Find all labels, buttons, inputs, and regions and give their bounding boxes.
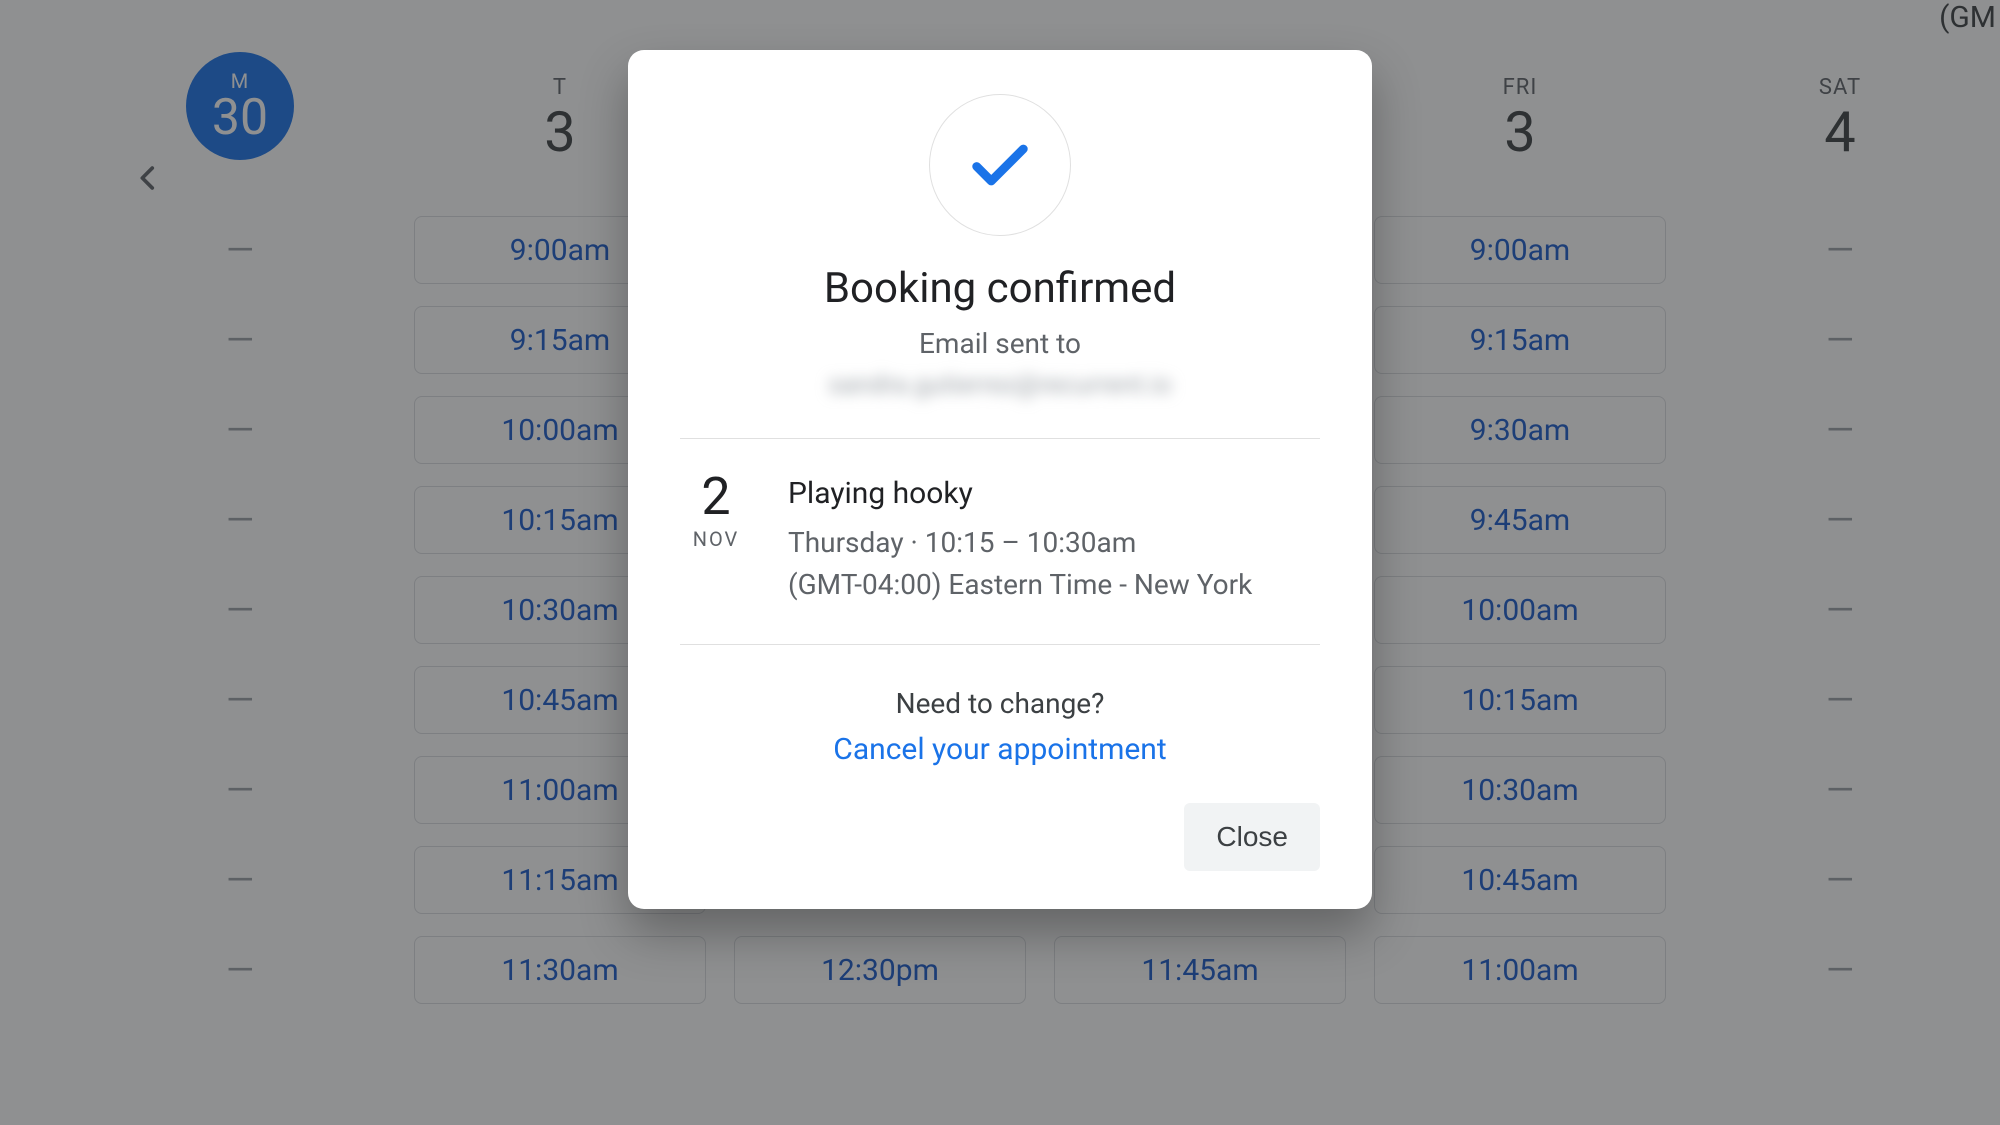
event-time: Thursday · 10:15 – 10:30am bbox=[788, 522, 1320, 564]
success-badge bbox=[929, 94, 1071, 236]
dialog-actions: Close bbox=[680, 803, 1320, 871]
email-sent-label: Email sent to bbox=[680, 327, 1320, 360]
event-date-badge: 2 NOV bbox=[680, 471, 752, 551]
event-timezone: (GMT-04:00) Eastern Time - New York bbox=[788, 564, 1320, 606]
divider bbox=[680, 644, 1320, 645]
divider bbox=[680, 438, 1320, 439]
email-value: sandra.gutierrez@recurrent.io bbox=[680, 370, 1320, 400]
dialog-title: Booking confirmed bbox=[680, 264, 1320, 313]
event-details: Playing hooky Thursday · 10:15 – 10:30am… bbox=[788, 471, 1320, 606]
event-month: NOV bbox=[680, 527, 752, 551]
booking-confirmed-dialog: Booking confirmed Email sent to sandra.g… bbox=[628, 50, 1372, 909]
event-title: Playing hooky bbox=[788, 471, 1320, 516]
change-block: Need to change? Cancel your appointment bbox=[680, 687, 1320, 767]
close-button[interactable]: Close bbox=[1184, 803, 1320, 871]
change-question: Need to change? bbox=[680, 687, 1320, 720]
event-day-number: 2 bbox=[680, 471, 752, 523]
check-icon bbox=[965, 130, 1035, 200]
event-summary: 2 NOV Playing hooky Thursday · 10:15 – 1… bbox=[680, 471, 1320, 606]
cancel-appointment-link[interactable]: Cancel your appointment bbox=[833, 732, 1166, 767]
